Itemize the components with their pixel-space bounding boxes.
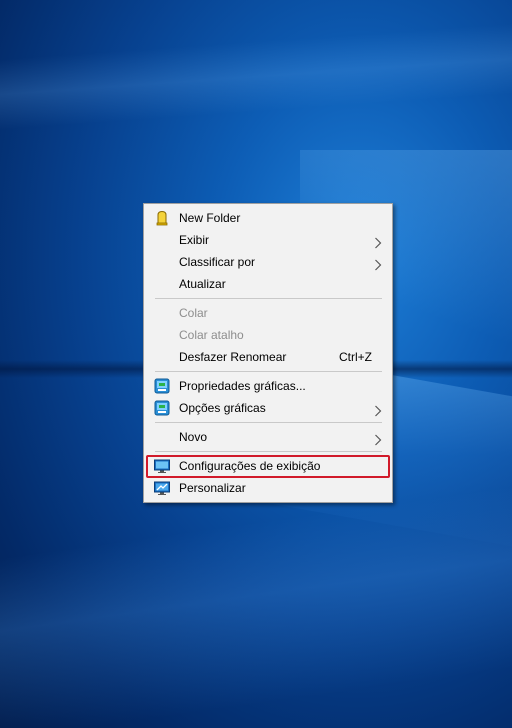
menu-separator — [155, 422, 382, 423]
menu-item-label: Exibir — [179, 233, 210, 247]
menu-separator — [155, 451, 382, 452]
wallpaper-light-beam — [0, 17, 512, 133]
display-settings-icon — [154, 458, 170, 474]
menu-item-label: Classificar por — [179, 255, 256, 269]
menu-separator — [155, 298, 382, 299]
graphics-properties-icon — [154, 378, 170, 394]
menu-item-label: Colar atalho — [179, 328, 244, 342]
menu-item-novo[interactable]: Novo — [146, 426, 390, 448]
menu-item-label: Personalizar — [179, 481, 246, 495]
folder-yellow-icon — [154, 210, 170, 226]
menu-separator — [155, 371, 382, 372]
menu-item-atualizar[interactable]: Atualizar — [146, 273, 390, 295]
menu-item-exibir[interactable]: Exibir — [146, 229, 390, 251]
menu-item-label: Desfazer Renomear — [179, 350, 287, 364]
chevron-right-icon — [374, 256, 382, 271]
menu-item-label: Opções gráficas — [179, 401, 266, 415]
menu-item-desfazer-renomear[interactable]: Desfazer Renomear Ctrl+Z — [146, 346, 390, 368]
menu-item-label: Novo — [179, 430, 208, 444]
desktop-context-menu: New Folder Exibir Classificar por Atuali… — [143, 203, 393, 503]
menu-item-colar-atalho[interactable]: Colar atalho — [146, 324, 390, 346]
chevron-right-icon — [374, 234, 382, 249]
menu-item-label: Configurações de exibição — [179, 459, 321, 473]
chevron-right-icon — [374, 431, 382, 446]
menu-item-new-folder[interactable]: New Folder — [146, 207, 390, 229]
menu-item-label: Atualizar — [179, 277, 226, 291]
menu-item-label: New Folder — [179, 211, 241, 225]
personalize-icon — [154, 480, 170, 496]
menu-item-configuracoes-de-exibicao[interactable]: Configurações de exibição — [146, 455, 390, 477]
keyboard-shortcut: Ctrl+Z — [339, 350, 372, 364]
menu-item-colar[interactable]: Colar — [146, 302, 390, 324]
chevron-right-icon — [374, 402, 382, 417]
menu-item-label: Colar — [179, 306, 208, 320]
menu-item-label: Propriedades gráficas... — [179, 379, 306, 393]
graphics-options-icon — [154, 400, 170, 416]
menu-item-opcoes-graficas[interactable]: Opções gráficas — [146, 397, 390, 419]
wallpaper-light-beam — [0, 476, 512, 728]
menu-item-personalizar[interactable]: Personalizar — [146, 477, 390, 499]
menu-item-classificar-por[interactable]: Classificar por — [146, 251, 390, 273]
menu-item-propriedades-graficas[interactable]: Propriedades gráficas... — [146, 375, 390, 397]
